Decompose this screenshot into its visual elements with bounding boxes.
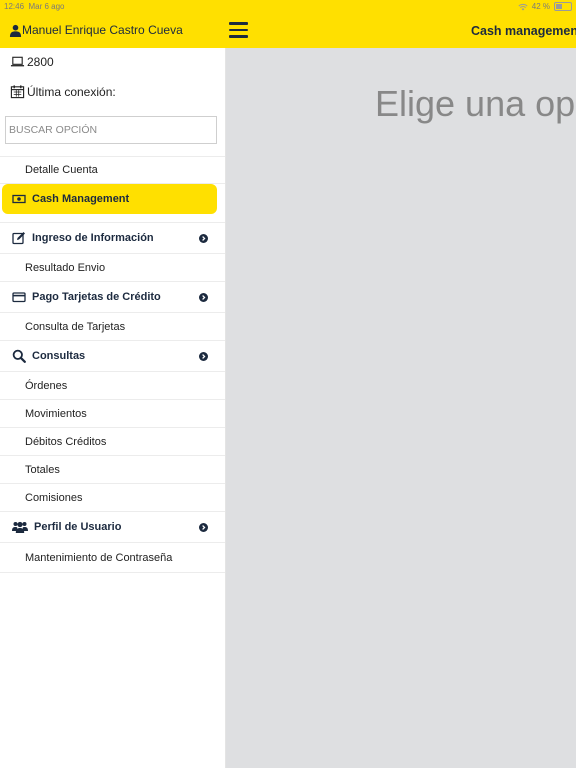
last-connection-row: Última conexión: xyxy=(10,84,116,99)
section-pago-tarjetas[interactable]: Pago Tarjetas de Crédito xyxy=(0,282,225,313)
chevron-right-circle-icon xyxy=(199,351,208,361)
section-label: Perfil de Usuario xyxy=(34,521,122,533)
menu-item-debitos-creditos[interactable]: Débitos Créditos xyxy=(0,428,225,456)
main-content: Elige una op xyxy=(226,48,576,768)
menu-item-label: Detalle Cuenta xyxy=(25,164,98,176)
money-bill-icon xyxy=(12,194,26,204)
last-connection-label: Última conexión: xyxy=(27,84,116,99)
chevron-right-circle-icon xyxy=(199,522,208,532)
user-icon xyxy=(9,24,22,37)
battery-level xyxy=(556,4,562,9)
menu-item-label: Órdenes xyxy=(25,379,68,392)
menu-item-movimientos[interactable]: Movimientos xyxy=(0,400,225,428)
menu-item-label: Mantenimiento de Contraseña xyxy=(25,551,173,564)
search-input[interactable] xyxy=(5,116,217,144)
section-ingreso-informacion[interactable]: Ingreso de Información xyxy=(0,223,225,254)
menu-item-consulta-tarjetas[interactable]: Consulta de Tarjetas xyxy=(0,313,225,341)
user-name: Manuel Enrique Castro Cueva xyxy=(22,23,183,37)
laptop-icon xyxy=(10,56,25,67)
top-header: Manuel Enrique Castro Cueva Cash managem… xyxy=(0,14,576,48)
app-root: 12:46 Mar 6 ago 42 % Manuel Enrique Cast… xyxy=(0,0,576,768)
menu-item-comisiones[interactable]: Comisiones xyxy=(0,484,225,512)
menu-item-detalle-cuenta[interactable]: Detalle Cuenta xyxy=(0,156,225,184)
status-date: Mar 6 ago xyxy=(28,2,65,11)
menu-item-label: Totales xyxy=(25,463,60,476)
section-label: Pago Tarjetas de Crédito xyxy=(32,291,161,303)
terminal-code-row: 2800 xyxy=(10,54,54,69)
section-label: Consultas xyxy=(32,350,86,362)
menu-item-label: Débitos Créditos xyxy=(25,435,107,448)
hamburger-menu-icon[interactable] xyxy=(229,20,249,40)
menu-item-resultado-envio[interactable]: Resultado Envio xyxy=(0,254,225,282)
wifi-icon xyxy=(518,3,528,10)
empty-state-message: Elige una op xyxy=(375,83,576,124)
users-icon xyxy=(12,521,28,533)
user-info: Manuel Enrique Castro Cueva xyxy=(9,23,183,37)
menu-item-label: Cash Management xyxy=(32,193,130,205)
chevron-right-circle-icon xyxy=(199,292,208,302)
menu-item-cash-management[interactable]: Cash Management xyxy=(2,184,217,214)
status-indicators: 42 % xyxy=(518,2,572,11)
menu-item-mantenimiento-contrasena[interactable]: Mantenimiento de Contraseña xyxy=(0,543,225,573)
menu-item-ordenes[interactable]: Órdenes xyxy=(0,372,225,400)
chevron-right-circle-icon xyxy=(199,233,208,243)
terminal-code: 2800 xyxy=(27,54,54,69)
search-icon xyxy=(12,349,26,363)
battery-icon xyxy=(554,2,572,11)
section-consultas[interactable]: Consultas xyxy=(0,341,225,372)
battery-percent: 42 % xyxy=(531,2,550,11)
section-label: Ingreso de Información xyxy=(32,232,154,244)
menu-item-label: Consulta de Tarjetas xyxy=(25,320,126,333)
menu-item-label: Resultado Envio xyxy=(25,261,106,274)
sidebar: 2800 Última conexión: Detalle Cuenta Cas… xyxy=(0,48,226,768)
menu-item-label: Comisiones xyxy=(25,491,83,504)
credit-card-icon xyxy=(12,292,26,303)
status-time-date: 12:46 Mar 6 ago xyxy=(4,2,65,11)
page-title: Cash managemen xyxy=(471,24,576,38)
status-bar: 12:46 Mar 6 ago 42 % xyxy=(0,0,576,14)
section-perfil-usuario[interactable]: Perfil de Usuario xyxy=(0,512,225,543)
calendar-icon xyxy=(10,85,25,99)
menu-item-label: Movimientos xyxy=(25,407,87,420)
status-time: 12:46 xyxy=(4,2,25,11)
menu-item-totales[interactable]: Totales xyxy=(0,456,225,484)
menu-list: Detalle Cuenta Cash Management Ingreso d… xyxy=(0,156,225,573)
edit-icon xyxy=(12,232,25,245)
